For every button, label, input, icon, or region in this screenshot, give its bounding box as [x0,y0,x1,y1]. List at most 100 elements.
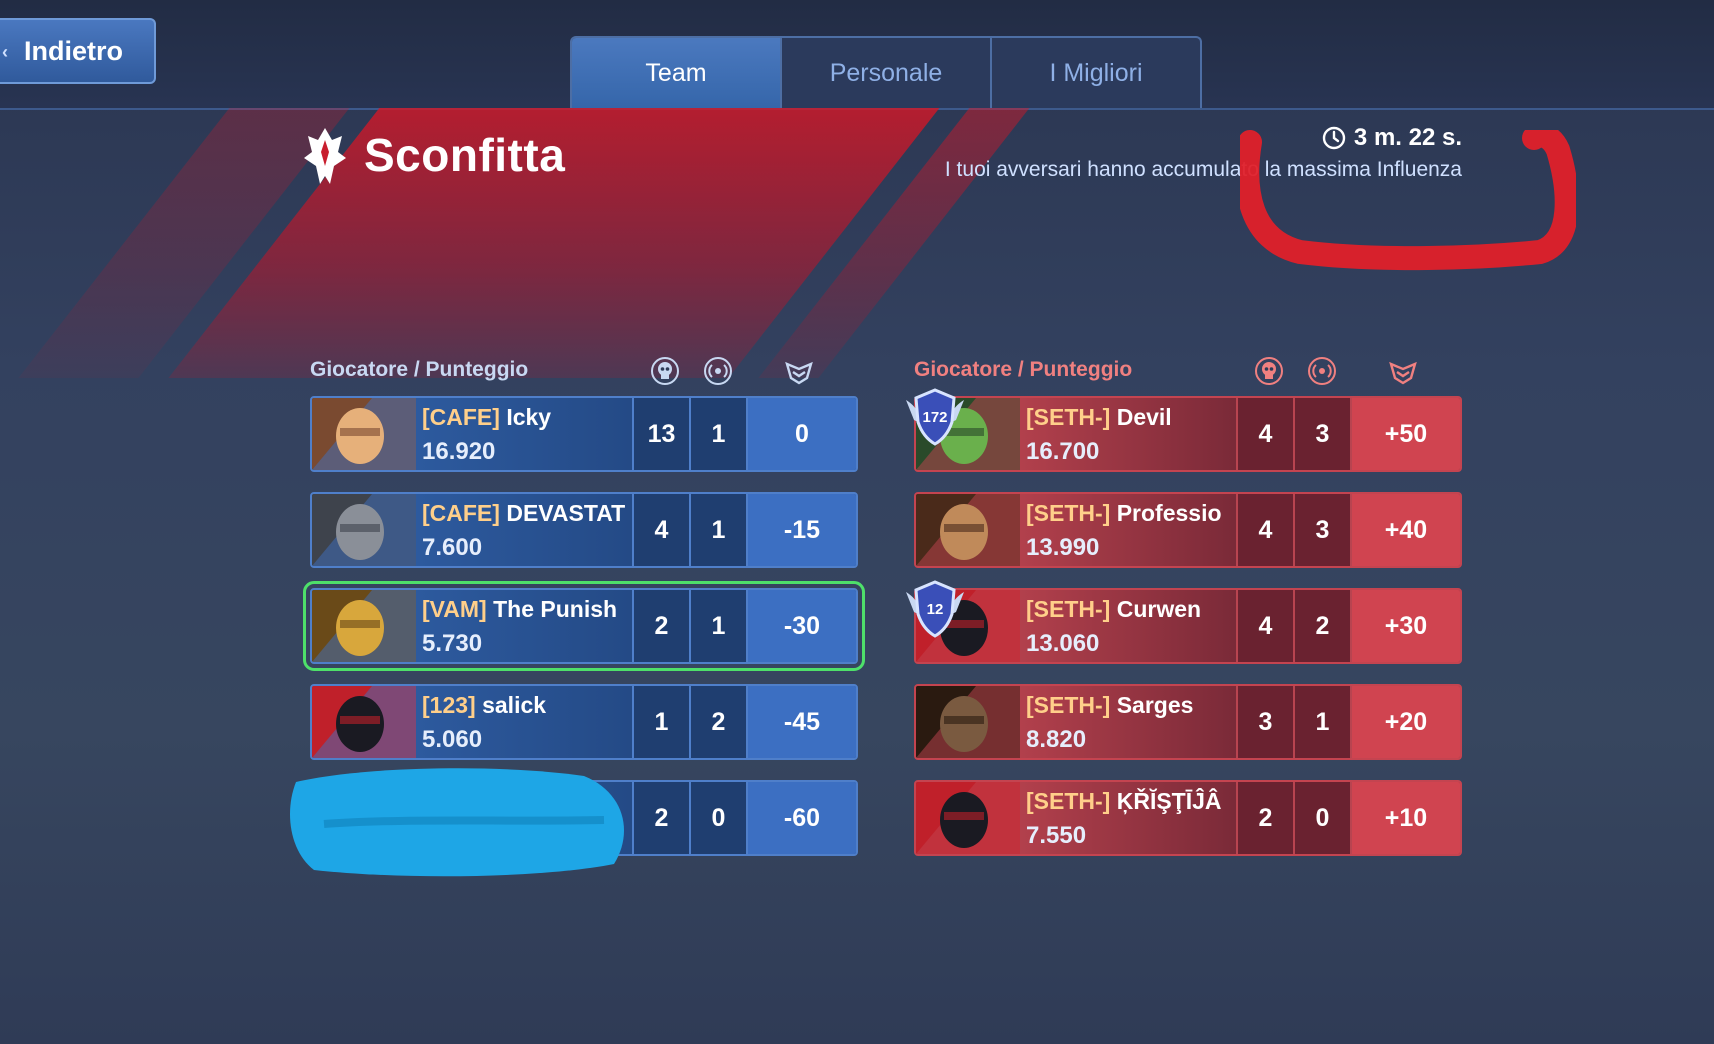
player-score: 7.600 [422,534,483,561]
player-row[interactable]: [SETH-] Sarges 8.820 3 1 +20 [914,684,1462,760]
hero-portrait-icon [916,494,1020,566]
clan-tag: [SETH-] [1026,596,1111,622]
hero-portrait-icon [312,398,416,470]
player-avatar [916,686,1020,758]
player-row[interactable]: [123] salick 5.060 1 2 -45 [310,684,858,760]
kills-value: 4 [1236,590,1293,662]
tab-personale[interactable]: Personale [782,38,992,108]
winged-shield-icon: 172 [906,388,964,446]
player-nickname: Icky [506,404,552,430]
player-name: [SETH-] Devil [1026,404,1172,431]
rating-points-value: -30 [746,590,856,662]
assists-value: 1 [1293,686,1350,758]
assists-value: 2 [689,686,746,758]
player-info: [SETH-] Professio 13.990 [1020,494,1236,566]
clan-tag: [CAFE] [422,500,500,526]
player-score: 16.700 [1026,438,1100,465]
player-name: [VAM] The Punish [422,596,617,623]
level-value: 172 [922,409,947,426]
player-nickname: salick [482,692,547,718]
player-name: [SETH-] Professio [1026,500,1222,527]
clan-tag: [CAFE] [422,404,500,430]
rating-points-value: 0 [746,398,856,470]
player-row[interactable]: [SETH-] ĶŘĬŞŢĪĴÂ 7.550 2 0 +10 [914,780,1462,856]
player-info: [SETH-] ĶŘĬŞŢĪĴÂ 7.550 [1020,782,1236,854]
player-score: 7.550 [1026,822,1087,849]
player-row[interactable]: [SETH-] Devil 16.700 4 3 +50 [914,396,1462,472]
player-avatar [312,398,416,470]
red-marker-annotation [1240,130,1576,271]
player-avatar [312,590,416,662]
player-score-header: Giocatore / Punteggio [914,358,1133,381]
hero-portrait-icon [312,590,416,662]
assists-value: 1 [689,398,746,470]
clan-tag: [VAM] [422,596,487,622]
player-nickname: The Punish [493,596,618,622]
player-nickname: Sarges [1116,692,1194,718]
rating-points-value: +30 [1350,590,1460,662]
player-avatar [312,686,416,758]
kills-value: 4 [1236,398,1293,470]
player-avatar [312,494,416,566]
kills-value: 2 [632,590,689,662]
player-row[interactable]: [SETH-] Professio 13.990 4 3 +40 [914,492,1462,568]
kills-value: 3 [1236,686,1293,758]
player-info: [SETH-] Devil 16.700 [1020,398,1236,470]
assists-value: 1 [689,494,746,566]
back-button[interactable]: ‹ Indietro [0,18,156,84]
player-avatar [916,494,1020,566]
player-score: 5.060 [422,726,483,753]
rating-points-value: +10 [1350,782,1460,854]
player-name: [SETH-] Sarges [1026,692,1193,719]
player-score-header: Giocatore / Punteggio [310,358,529,381]
player-row[interactable]: [CAFE] DEVASTAT 7.600 4 1 -15 [310,492,858,568]
kills-value: 1 [632,686,689,758]
player-info: [123] salick 5.060 [416,686,632,758]
blue-censor-scribble [290,768,624,877]
player-info: [SETH-] Sarges 8.820 [1020,686,1236,758]
result-title: Sconfitta [364,129,566,181]
player-nickname: ĶŘĬŞŢĪĴÂ [1116,788,1222,814]
rating-points-value: -60 [746,782,856,854]
player-info: [VAM] The Punish 5.730 [416,590,632,662]
left-column-header: Giocatore / Punteggio [310,356,858,396]
player-name: [CAFE] Icky [422,404,551,431]
player-row[interactable]: [SETH-] Curwen 13.060 4 2 +30 [914,588,1462,664]
level-value: 12 [927,601,944,618]
right-team-panel: Giocatore / Punteggio 172 [SETH-] Devil [906,356,1462,876]
clan-tag: [SETH-] [1026,788,1111,814]
kills-value: 2 [1236,782,1293,854]
rating-points-value: -15 [746,494,856,566]
tab-bar: Team Personale I Migliori [570,36,1202,108]
player-nickname: Curwen [1116,596,1202,622]
assists-value: 3 [1293,398,1350,470]
right-column-header: Giocatore / Punteggio [914,356,1462,396]
tab-i-migliori[interactable]: I Migliori [992,38,1200,108]
assists-value: 0 [1293,782,1350,854]
player-row[interactable]: [CAFE] Icky 16.920 13 1 0 [310,396,858,472]
hero-portrait-icon [312,494,416,566]
rating-points-value: +40 [1350,494,1460,566]
rating-points-value: -45 [746,686,856,758]
signal-icon [704,357,732,385]
clan-tag: [SETH-] [1026,404,1111,430]
player-nickname: DEVASTAT [506,500,626,526]
hero-portrait-icon [916,686,1020,758]
player-info: [SETH-] Curwen 13.060 [1020,590,1236,662]
winged-shield-icon: 12 [906,580,964,638]
player-info: [CAFE] DEVASTAT 7.600 [416,494,632,566]
level-badge: 12 [902,576,968,642]
player-nickname: Devil [1116,404,1172,430]
level-badge: 172 [902,384,968,450]
signal-icon [1308,357,1336,385]
clan-tag: [SETH-] [1026,692,1111,718]
assists-value: 1 [689,590,746,662]
crown-shield-icon [785,361,813,385]
player-name: [CAFE] DEVASTAT [422,500,625,527]
hero-portrait-icon [312,686,416,758]
player-row[interactable]: [VAM] The Punish 5.730 2 1 -30 [303,581,865,671]
tab-team[interactable]: Team [572,38,782,108]
clan-tag: [SETH-] [1026,500,1111,526]
assists-value: 3 [1293,494,1350,566]
skull-icon [1255,357,1283,385]
